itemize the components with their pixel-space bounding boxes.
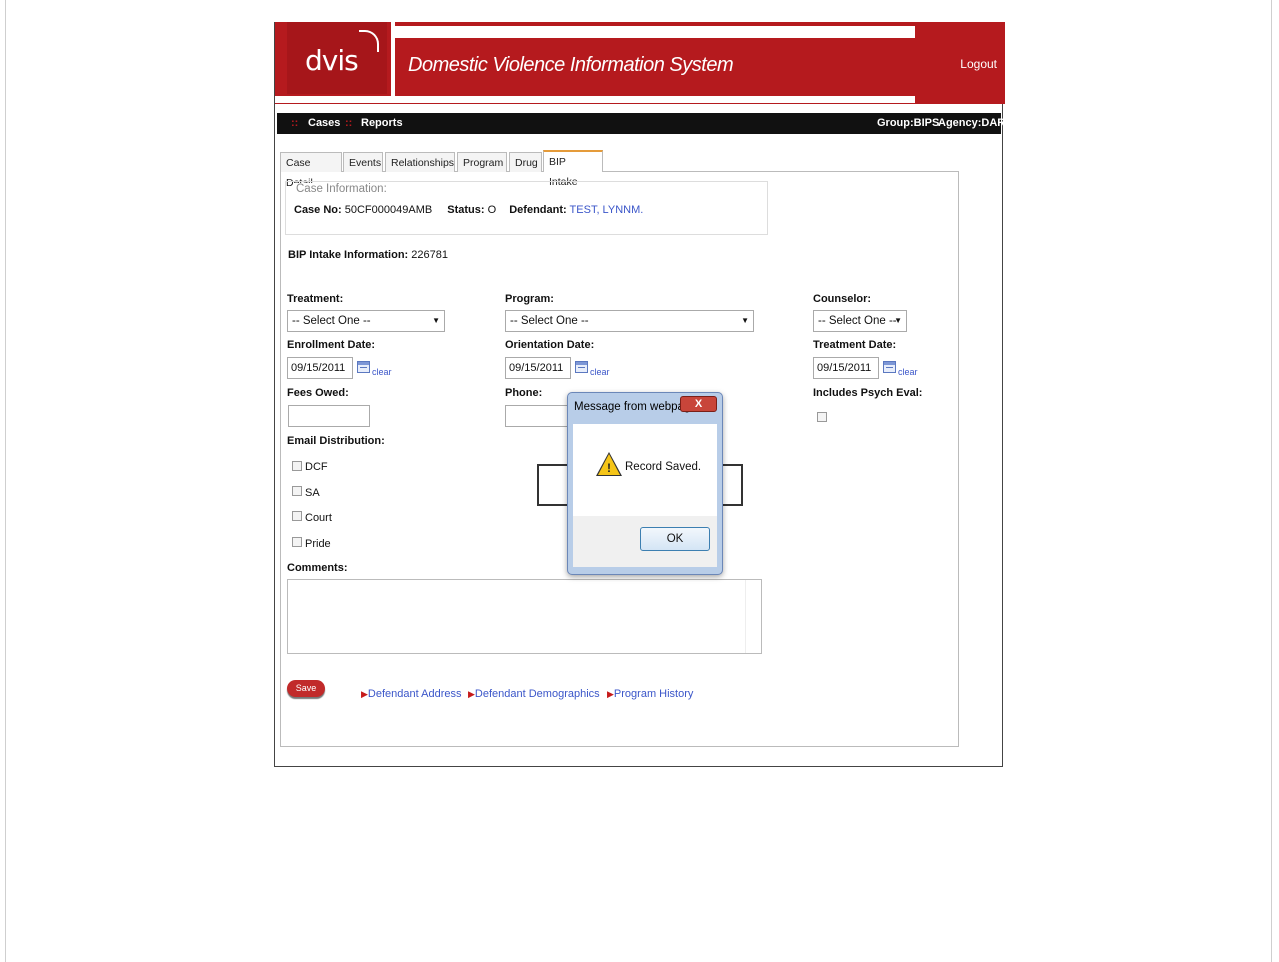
window-border-right — [1271, 0, 1272, 962]
email-dcf-checkbox[interactable] — [292, 461, 302, 471]
bip-intake-number: 226781 — [411, 249, 448, 261]
psych-eval-checkbox[interactable] — [817, 412, 827, 422]
program-history-label: Program History — [613, 688, 694, 700]
nav-item-reports[interactable]: Reports — [361, 117, 403, 129]
treatment-date-input[interactable]: 09/15/2011 — [813, 357, 879, 379]
header-divider — [391, 22, 395, 96]
defendant-link[interactable]: TEST, LYNNM. — [570, 204, 644, 216]
program-select-value: -- Select One -- — [510, 315, 589, 327]
app-title: Domestic Violence Information System — [408, 54, 734, 76]
window-border-left — [5, 0, 6, 962]
orientation-clear-link[interactable]: clear — [590, 367, 610, 377]
fees-owed-label: Fees Owed: — [287, 387, 349, 399]
tab-program[interactable]: Program — [457, 152, 507, 172]
calendar-icon[interactable] — [883, 361, 896, 373]
treatment-label: Treatment: — [287, 293, 344, 305]
chevron-down-icon: ▼ — [741, 316, 749, 325]
tab-case-detail[interactable]: Case Detail — [280, 152, 342, 189]
email-distribution-label: Email Distribution: — [287, 435, 385, 447]
app-header: dvis Domestic Violence Information Syste… — [275, 22, 1005, 104]
nav-bullet-icon: :: — [291, 117, 299, 129]
chevron-down-icon: ▼ — [432, 316, 440, 325]
case-information-legend: Case Information: — [294, 183, 389, 195]
case-no-label: Case No: — [294, 204, 342, 216]
message-dialog: Message from webpage X ! Record Saved. O… — [567, 392, 723, 575]
tab-relationships[interactable]: Relationships — [385, 152, 455, 172]
treatment-select-value: -- Select One -- — [292, 315, 371, 327]
treatment-select[interactable]: -- Select One -- ▼ — [287, 310, 445, 332]
header-bottom-stripe — [275, 96, 915, 103]
email-pride-label: Pride — [305, 538, 331, 550]
focus-bracket-left — [537, 464, 567, 506]
case-info-line: Case No: 50CF000049AMB Status: O Defenda… — [294, 204, 643, 216]
program-select[interactable]: -- Select One -- ▼ — [505, 310, 754, 332]
email-pride-checkbox[interactable] — [292, 537, 302, 547]
psych-eval-label: Includes Psych Eval: — [813, 387, 923, 399]
defendant-label: Defendant: — [509, 204, 567, 216]
email-court-label: Court — [305, 512, 332, 524]
program-label: Program: — [505, 293, 554, 305]
bip-intake-label: BIP Intake Information: — [288, 249, 409, 261]
email-sa-checkbox[interactable] — [292, 486, 302, 496]
tab-events[interactable]: Events — [343, 152, 383, 172]
enrollment-clear-link[interactable]: clear — [372, 367, 392, 377]
orientation-date-input[interactable]: 09/15/2011 — [505, 357, 571, 379]
enrollment-date-input[interactable]: 09/15/2011 — [287, 357, 353, 379]
ok-button[interactable]: OK — [640, 527, 710, 551]
header-top-stripe — [393, 26, 915, 38]
fees-owed-input[interactable] — [288, 405, 370, 427]
main-nav-bar: :: Cases :: Reports Group:BIPS Agency:DA… — [277, 113, 1012, 134]
dialog-message: Record Saved. — [625, 461, 702, 473]
comments-scrollbar[interactable] — [745, 580, 761, 653]
dvis-logo: dvis — [305, 44, 359, 77]
agency-label: Agency:DART — [938, 117, 1012, 129]
chevron-down-icon: ▼ — [894, 316, 902, 325]
enrollment-date-label: Enrollment Date: — [287, 339, 376, 351]
group-label: Group:BIPS — [877, 117, 940, 129]
tab-bip-intake[interactable]: BIP Intake — [543, 150, 603, 188]
nav-item-cases[interactable]: Cases — [308, 117, 340, 129]
status-value: O — [487, 204, 497, 216]
case-no-value: 50CF000049AMB — [344, 204, 433, 216]
defendant-address-label: Defendant Address — [367, 688, 462, 700]
dialog-body: ! Record Saved. — [573, 424, 717, 516]
tab-drug[interactable]: Drug — [509, 152, 542, 172]
dialog-title: Message from webpage — [574, 401, 697, 413]
email-sa-label: SA — [305, 487, 320, 499]
warning-icon: ! — [596, 452, 622, 476]
dialog-close-button[interactable]: X — [680, 396, 717, 412]
treatment-date-clear-link[interactable]: clear — [898, 367, 918, 377]
email-court-checkbox[interactable] — [292, 511, 302, 521]
phone-label: Phone: — [505, 387, 543, 399]
arrow-right-icon: ▶ — [468, 689, 475, 699]
calendar-icon[interactable] — [575, 361, 588, 373]
orientation-date-label: Orientation Date: — [505, 339, 595, 351]
counselor-label: Counselor: — [813, 293, 872, 305]
arrow-right-icon: ▶ — [361, 689, 368, 699]
treatment-date-label: Treatment Date: — [813, 339, 897, 351]
bip-intake-info: BIP Intake Information: 226781 — [288, 249, 448, 261]
save-button[interactable]: Save — [287, 680, 325, 697]
phone-input[interactable] — [505, 405, 571, 427]
defendant-demographics-label: Defendant Demographics — [474, 688, 600, 700]
counselor-select-value: -- Select One -- — [818, 315, 897, 327]
comments-label: Comments: — [287, 562, 348, 574]
link-defendant-address[interactable]: ▶Defendant Address — [361, 688, 462, 700]
comments-textarea[interactable] — [287, 579, 762, 654]
nav-bullet-icon: :: — [345, 117, 353, 129]
link-program-history[interactable]: ▶Program History — [607, 688, 693, 700]
logout-link[interactable]: Logout — [960, 57, 997, 71]
link-defendant-demographics[interactable]: ▶Defendant Demographics — [468, 688, 600, 700]
dialog-footer: OK — [573, 516, 717, 567]
status-label: Status: — [447, 204, 485, 216]
calendar-icon[interactable] — [357, 361, 370, 373]
email-dcf-label: DCF — [305, 461, 328, 473]
counselor-select[interactable]: -- Select One -- ▼ — [813, 310, 907, 332]
arrow-right-icon: ▶ — [607, 689, 614, 699]
